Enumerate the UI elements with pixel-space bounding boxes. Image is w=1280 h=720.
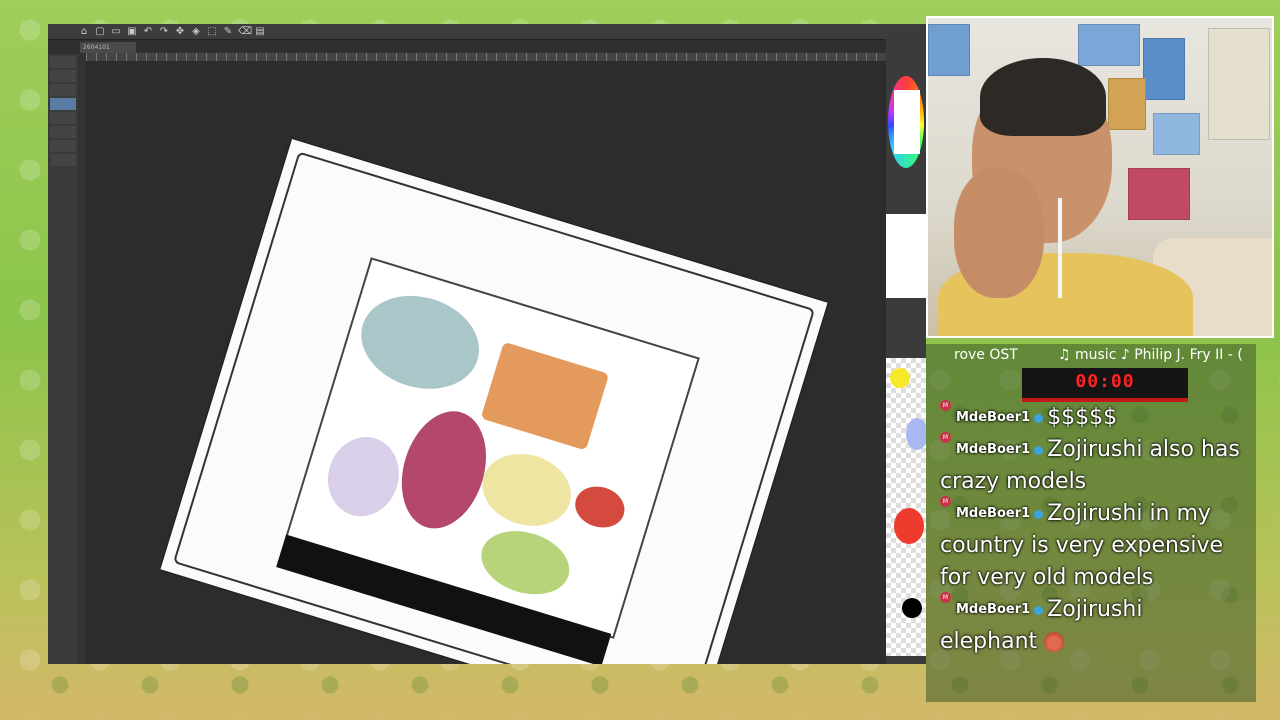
new-file-icon[interactable]: ▢	[94, 26, 106, 38]
moderator-badge-icon: M	[940, 496, 951, 507]
eraser-icon[interactable]: ⌫	[238, 26, 252, 38]
tool-row[interactable]	[50, 84, 76, 96]
redo-icon[interactable]: ↷	[158, 26, 170, 38]
figure-green	[473, 520, 578, 605]
figure-lavender	[318, 428, 409, 526]
chat-message: M MdeBoer1 Zojirushi in my country is ver…	[940, 496, 1240, 594]
canvas-area[interactable]	[86, 61, 886, 664]
pen-icon[interactable]: ✎	[222, 26, 234, 38]
streamer-hand	[954, 168, 1044, 298]
figure-yellow	[473, 443, 580, 537]
verified-icon	[1034, 413, 1044, 423]
tool-row-selected[interactable]	[50, 98, 76, 110]
layer-icon[interactable]: ▤	[254, 26, 266, 38]
tool-row[interactable]	[50, 112, 76, 124]
chat-username: MdeBoer1	[956, 442, 1031, 457]
chat-overlay: rove OST ♫ music ♪ Philip J. Fry II - ( …	[926, 344, 1256, 702]
building-figure	[480, 341, 610, 451]
home-icon[interactable]: ⌂	[78, 26, 90, 38]
tool-row[interactable]	[50, 70, 76, 82]
color-swatch-blue[interactable]	[906, 418, 926, 450]
wall-poster	[1128, 168, 1190, 220]
save-icon[interactable]: ▣	[126, 26, 138, 38]
chat-username: MdeBoer1	[956, 602, 1031, 617]
verified-icon	[1034, 445, 1044, 455]
color-swatch-black[interactable]	[902, 598, 922, 618]
select-icon[interactable]: ⬚	[206, 26, 218, 38]
chat-list: M MdeBoer1 $$$$$ M MdeBoer1 Zojirushi also…	[940, 400, 1240, 658]
verified-icon	[1034, 605, 1044, 615]
color-square[interactable]	[894, 90, 920, 154]
music-ticker-right: ♫ music ♪ Philip J. Fry II - (	[1058, 347, 1243, 363]
left-ruler	[78, 54, 86, 664]
music-ticker: rove OST ♫ music ♪ Philip J. Fry II - (	[926, 344, 1256, 366]
tool-row[interactable]	[50, 154, 76, 166]
document-tab[interactable]: 2604101	[80, 42, 136, 53]
artwork-canvas[interactable]	[160, 138, 828, 664]
stream-timer: 00:00	[1022, 368, 1188, 402]
figure-red	[570, 480, 630, 534]
earphone-cord	[1058, 198, 1062, 298]
tool-row[interactable]	[50, 140, 76, 152]
chat-text: $$$$$	[1047, 405, 1118, 430]
wall-poster	[1078, 24, 1140, 66]
elephant-figure	[349, 281, 491, 403]
drawing-app-window: ⌂ ▢ ▭ ▣ ↶ ↷ ✥ ◈ ⬚ ✎ ⌫ ▤ 2604101	[48, 24, 926, 664]
wall-poster	[1108, 78, 1146, 130]
chat-message: M MdeBoer1 $$$$$	[940, 400, 1240, 434]
chat-username: MdeBoer1	[956, 506, 1031, 521]
moderator-badge-icon: M	[940, 432, 951, 443]
undo-icon[interactable]: ↶	[142, 26, 154, 38]
streamer-hair	[980, 58, 1106, 136]
color-swatch-red[interactable]	[894, 508, 924, 544]
webcam-feed	[926, 16, 1274, 338]
fill-icon[interactable]: ◈	[190, 26, 202, 38]
tool-row[interactable]	[50, 56, 76, 68]
top-ruler	[86, 53, 886, 61]
music-ticker-left: rove OST	[954, 347, 1018, 363]
verified-icon	[1034, 509, 1044, 519]
shelf	[1208, 28, 1270, 140]
wall-poster	[1143, 38, 1185, 100]
color-history-grid	[886, 358, 926, 656]
tool-property-panel	[48, 54, 79, 664]
transform-icon[interactable]: ✥	[174, 26, 186, 38]
chat-message: M MdeBoer1 Zojirushi elephant	[940, 592, 1240, 658]
moderator-badge-icon: M	[940, 400, 951, 411]
chat-username: MdeBoer1	[956, 410, 1031, 425]
color-palette-panel	[886, 36, 926, 661]
tool-row[interactable]	[50, 126, 76, 138]
timer-text: 00:00	[1075, 371, 1135, 392]
open-icon[interactable]: ▭	[110, 26, 122, 38]
elephant-emote-icon	[1044, 632, 1065, 652]
navigator-thumbnail[interactable]	[886, 214, 926, 298]
color-swatch-yellow[interactable]	[890, 368, 910, 388]
wall-poster	[928, 24, 970, 76]
wall-poster	[1153, 113, 1200, 155]
chat-message: M MdeBoer1 Zojirushi also has crazy model…	[940, 432, 1240, 498]
moderator-badge-icon: M	[940, 592, 951, 603]
top-toolbar: ⌂ ▢ ▭ ▣ ↶ ↷ ✥ ◈ ⬚ ✎ ⌫ ▤	[48, 24, 926, 40]
figure-pink	[388, 400, 500, 539]
